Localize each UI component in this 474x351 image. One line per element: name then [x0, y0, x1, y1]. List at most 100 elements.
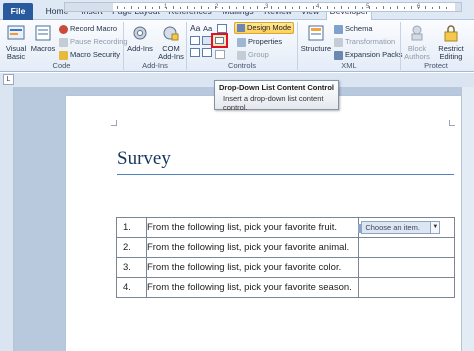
ruler-tick: [215, 6, 216, 9]
ruler-tick: [313, 6, 314, 9]
block-authors-icon: [411, 25, 423, 41]
schema-icon: [334, 24, 343, 34]
ruler-tick: [229, 6, 230, 9]
ruler-tick: [264, 7, 265, 9]
tooltip: Drop-Down List Content Control Insert a …: [214, 80, 339, 112]
ruler-tick: [418, 7, 419, 9]
ruler-tick: [278, 7, 279, 9]
ruler-tick: [173, 6, 174, 9]
group-button[interactable]: Group: [237, 49, 269, 60]
ruler-tick: [166, 7, 167, 9]
tab-file[interactable]: File: [3, 3, 33, 20]
group-label-controls: Controls: [228, 61, 256, 70]
control-handle[interactable]: [358, 224, 362, 233]
table-row: 1. From the following list, pick your fa…: [116, 217, 455, 238]
group-label: Group: [248, 50, 269, 59]
horizontal-ruler[interactable]: 1 2 3 4 5 6: [64, 2, 462, 12]
properties-label: Properties: [248, 37, 283, 46]
dropdown-placeholder: Choose an item.: [365, 223, 420, 232]
row-question[interactable]: From the following list, pick your favor…: [145, 257, 360, 278]
vertical-scrollbar[interactable]: [461, 87, 474, 351]
vertical-ruler[interactable]: [0, 87, 14, 351]
answer-cell[interactable]: Choose an item. ▼: [358, 217, 455, 238]
ruler-number: 3: [265, 4, 269, 10]
row-question[interactable]: From the following list, pick your favor…: [145, 277, 360, 298]
structure-button[interactable]: Structure: [300, 23, 332, 53]
row-number[interactable]: 4.: [116, 277, 147, 298]
dropdown-list-icon: [215, 37, 224, 44]
ruler-tick: [306, 7, 307, 9]
ruler-tick: [341, 6, 342, 9]
restrict-editing-label: Restrict Editing: [438, 44, 464, 61]
row-number[interactable]: 2.: [116, 237, 147, 258]
transformation-button[interactable]: Transformation: [334, 36, 395, 47]
rich-text-control-button[interactable]: Aa: [190, 23, 200, 34]
ruler-left-margin: [65, 3, 113, 11]
table-row: 4. From the following list, pick your fa…: [116, 277, 455, 298]
pause-recording-icon: [59, 37, 68, 47]
group-label-add-ins: Add-Ins: [142, 61, 168, 70]
ruler-tick: [285, 6, 286, 9]
macros-button[interactable]: Macros: [30, 23, 56, 53]
record-macro-button[interactable]: Record Macro: [59, 23, 117, 34]
macros-label: Macros: [30, 44, 56, 53]
add-ins-button[interactable]: Add-Ins: [126, 23, 154, 53]
ruler-tick: [271, 6, 272, 9]
schema-button[interactable]: Schema: [334, 23, 373, 34]
properties-button[interactable]: Properties: [237, 36, 282, 47]
checkbox-control-icon[interactable]: [202, 48, 212, 57]
date-picker-control-icon[interactable]: [190, 48, 200, 57]
tab-selector[interactable]: L: [3, 74, 14, 85]
answer-cell[interactable]: [358, 237, 455, 258]
ruler-tick: [138, 7, 139, 9]
ruler-tick: [257, 6, 258, 9]
answer-cell[interactable]: [358, 277, 455, 298]
design-mode-button[interactable]: Design Mode: [234, 22, 294, 34]
answer-cell[interactable]: [358, 257, 455, 278]
dropdown-content-control[interactable]: Choose an item. ▼: [358, 221, 441, 234]
legacy-tools-icon[interactable]: [215, 50, 225, 59]
properties-icon: [237, 37, 246, 47]
ruler-tick: [299, 6, 300, 9]
expansion-packs-button[interactable]: Expansion Packs: [334, 49, 403, 60]
ruler-tick: [250, 7, 251, 9]
visual-basic-button[interactable]: Visual Basic: [3, 23, 29, 61]
ruler-tick: [334, 7, 335, 9]
row-question[interactable]: From the following list, pick your favor…: [145, 217, 360, 238]
building-block-control-icon[interactable]: [190, 36, 200, 45]
pause-recording-button[interactable]: Pause Recording: [59, 36, 128, 47]
macro-security-button[interactable]: Macro Security: [59, 49, 120, 60]
ruler-tick: [404, 7, 405, 9]
com-add-ins-button[interactable]: COM Add-Ins: [156, 23, 186, 61]
ruler-tick: [320, 7, 321, 9]
restrict-editing-button[interactable]: Restrict Editing: [433, 23, 469, 61]
ruler-tick: [236, 7, 237, 9]
structure-icon: [308, 25, 324, 41]
row-number[interactable]: 3.: [116, 257, 147, 278]
tooltip-body: Insert a drop-down list content control.: [223, 94, 324, 112]
row-question[interactable]: From the following list, pick your favor…: [145, 237, 360, 258]
ruler-tick: [362, 7, 363, 9]
ruler-tick: [159, 6, 160, 9]
ruler-tick: [348, 7, 349, 9]
ruler-tick: [194, 7, 195, 9]
picture-control-icon[interactable]: [217, 24, 227, 33]
macro-security-label: Macro Security: [70, 50, 121, 59]
design-mode-icon: [237, 24, 245, 33]
document-title[interactable]: Survey: [117, 148, 171, 170]
row-number[interactable]: 1.: [116, 217, 147, 238]
dropdown-list-control-button[interactable]: [211, 33, 228, 48]
transformation-label: Transformation: [345, 37, 396, 46]
ruler-number: 4: [316, 4, 320, 10]
block-authors-button[interactable]: Block Authors: [402, 23, 432, 61]
ruler-tick: [446, 7, 447, 9]
ruler-tick: [131, 6, 132, 9]
title-underline: [117, 174, 454, 175]
record-macro-label: Record Macro: [70, 24, 118, 33]
group-label-code: Code: [52, 61, 71, 70]
ruler-tick: [376, 7, 377, 9]
group-label-xml: XML: [341, 61, 357, 70]
group-icon: [237, 50, 246, 60]
dropdown-arrow-button[interactable]: ▼: [430, 221, 441, 234]
com-add-ins-icon: [163, 26, 179, 41]
